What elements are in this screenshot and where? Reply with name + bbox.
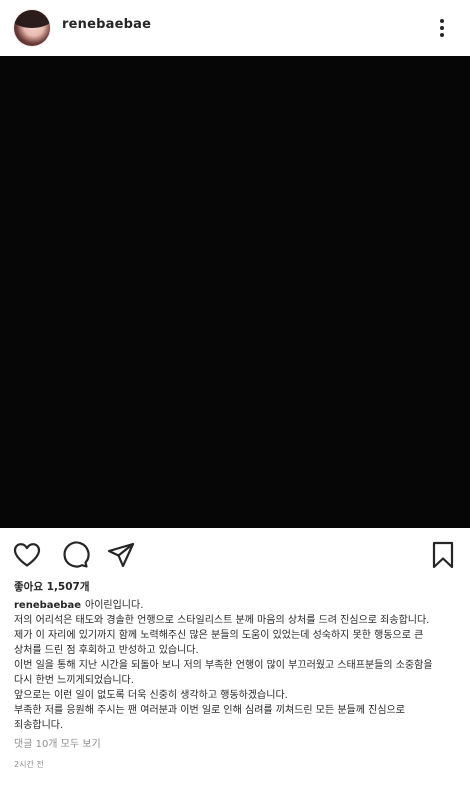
username[interactable]: renebaebae bbox=[62, 17, 151, 32]
comment-icon[interactable] bbox=[60, 540, 90, 570]
caption-username[interactable]: renebaebae bbox=[14, 600, 81, 611]
caption-line: 다시 한번 느끼게되었습니다. bbox=[14, 675, 134, 686]
caption-line: 상처를 드린 점 후회하고 반성하고 있습니다. bbox=[14, 645, 199, 656]
post-image[interactable] bbox=[0, 56, 470, 528]
caption-line: 저의 어리석은 태도와 경솔한 언행으로 스타일리스트 분께 마음의 상처를 드… bbox=[14, 615, 430, 626]
caption-line: 제가 이 자리에 있기까지 함께 노력해주신 많은 분들의 도움이 있었는데 성… bbox=[14, 630, 424, 641]
caption-line: 죄송합니다. bbox=[14, 720, 64, 731]
paper-plane-icon[interactable] bbox=[106, 540, 136, 570]
heart-icon[interactable] bbox=[12, 540, 42, 570]
more-vertical-icon bbox=[440, 19, 444, 23]
caption-text: 아이린입니다. bbox=[85, 600, 144, 611]
caption-first-line: renebaebae 아이린입니다. bbox=[14, 598, 456, 613]
likes-count[interactable]: 좋아요 1,507개 bbox=[14, 580, 456, 595]
view-all-comments-link[interactable]: 댓글 10개 모두 보기 bbox=[14, 737, 456, 752]
bookmark-icon[interactable] bbox=[428, 540, 458, 570]
caption-line: 앞으로는 이런 일이 없도록 더욱 신중히 생각하고 행동하겠습니다. bbox=[14, 690, 288, 701]
avatar[interactable] bbox=[14, 10, 50, 46]
post-details: 좋아요 1,507개 renebaebae 아이린입니다. 저의 어리석은 태도와… bbox=[14, 580, 456, 772]
caption-line: 이번 일을 통해 지난 시간을 되돌아 보니 저의 부족한 언행이 많이 부끄러… bbox=[14, 660, 433, 671]
caption-line: 부족한 저를 응원해 주시는 팬 여러분과 이번 일로 인해 심려를 끼쳐드린 … bbox=[14, 705, 405, 716]
post-timestamp: 2시간 전 bbox=[14, 760, 44, 769]
post-header: renebaebae bbox=[0, 0, 470, 56]
avatar-hair bbox=[14, 10, 50, 28]
action-bar bbox=[0, 528, 470, 580]
more-options-button[interactable] bbox=[430, 14, 454, 42]
